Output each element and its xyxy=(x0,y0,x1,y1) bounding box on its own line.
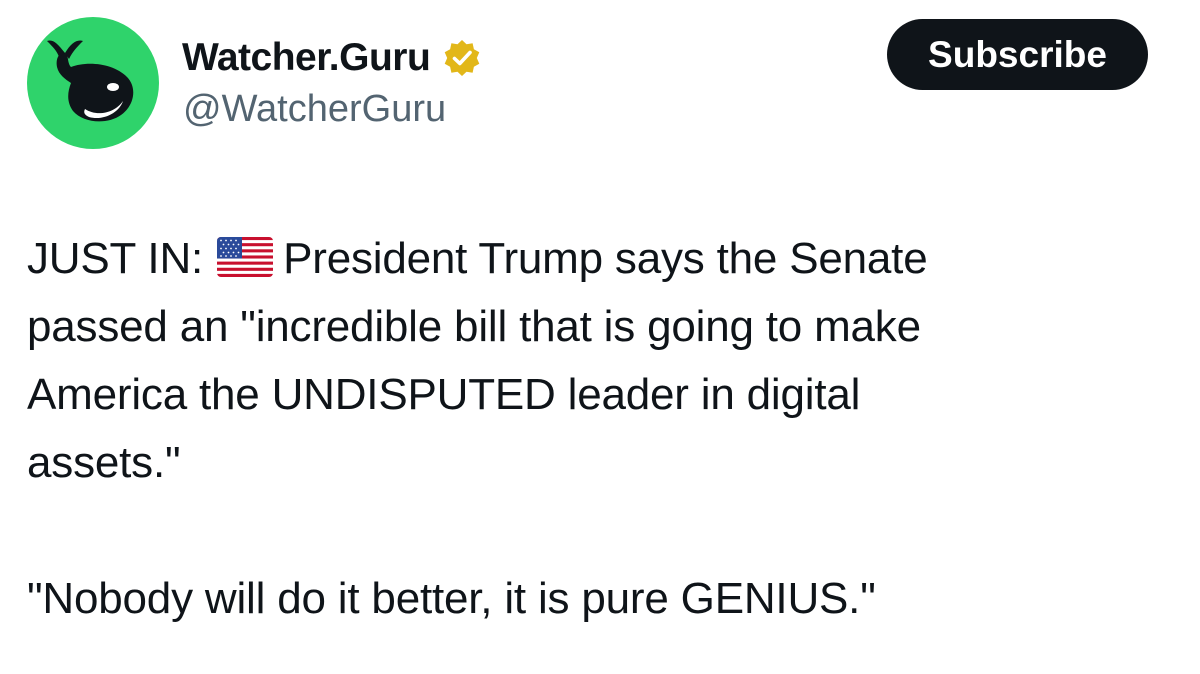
tweet-line-1: JUST IN: President Trump says the Senate xyxy=(27,225,1177,293)
tweet-quote: "Nobody will do it better, it is pure GE… xyxy=(27,574,876,623)
avatar[interactable] xyxy=(27,17,159,149)
us-flag-icon xyxy=(217,237,274,277)
subscribe-button[interactable]: Subscribe xyxy=(887,19,1148,90)
display-name[interactable]: Watcher.Guru xyxy=(182,36,431,80)
whale-icon xyxy=(47,40,134,122)
tweet-line-2: passed an "incredible bill that is going… xyxy=(27,302,921,351)
tweet-line-4: assets." xyxy=(27,438,181,487)
author-handle[interactable]: @WatcherGuru xyxy=(183,88,446,131)
tweet-line-3: America the UNDISPUTED leader in digital xyxy=(27,370,861,419)
author-name-row: Watcher.Guru xyxy=(182,30,482,86)
tweet-line-1-rest: President Trump says the Senate xyxy=(283,234,928,283)
tweet-text: JUST IN: President Trump says the Senate… xyxy=(27,225,1177,633)
tweet-prefix: JUST IN: xyxy=(27,234,204,283)
verified-badge-icon[interactable] xyxy=(442,38,482,78)
